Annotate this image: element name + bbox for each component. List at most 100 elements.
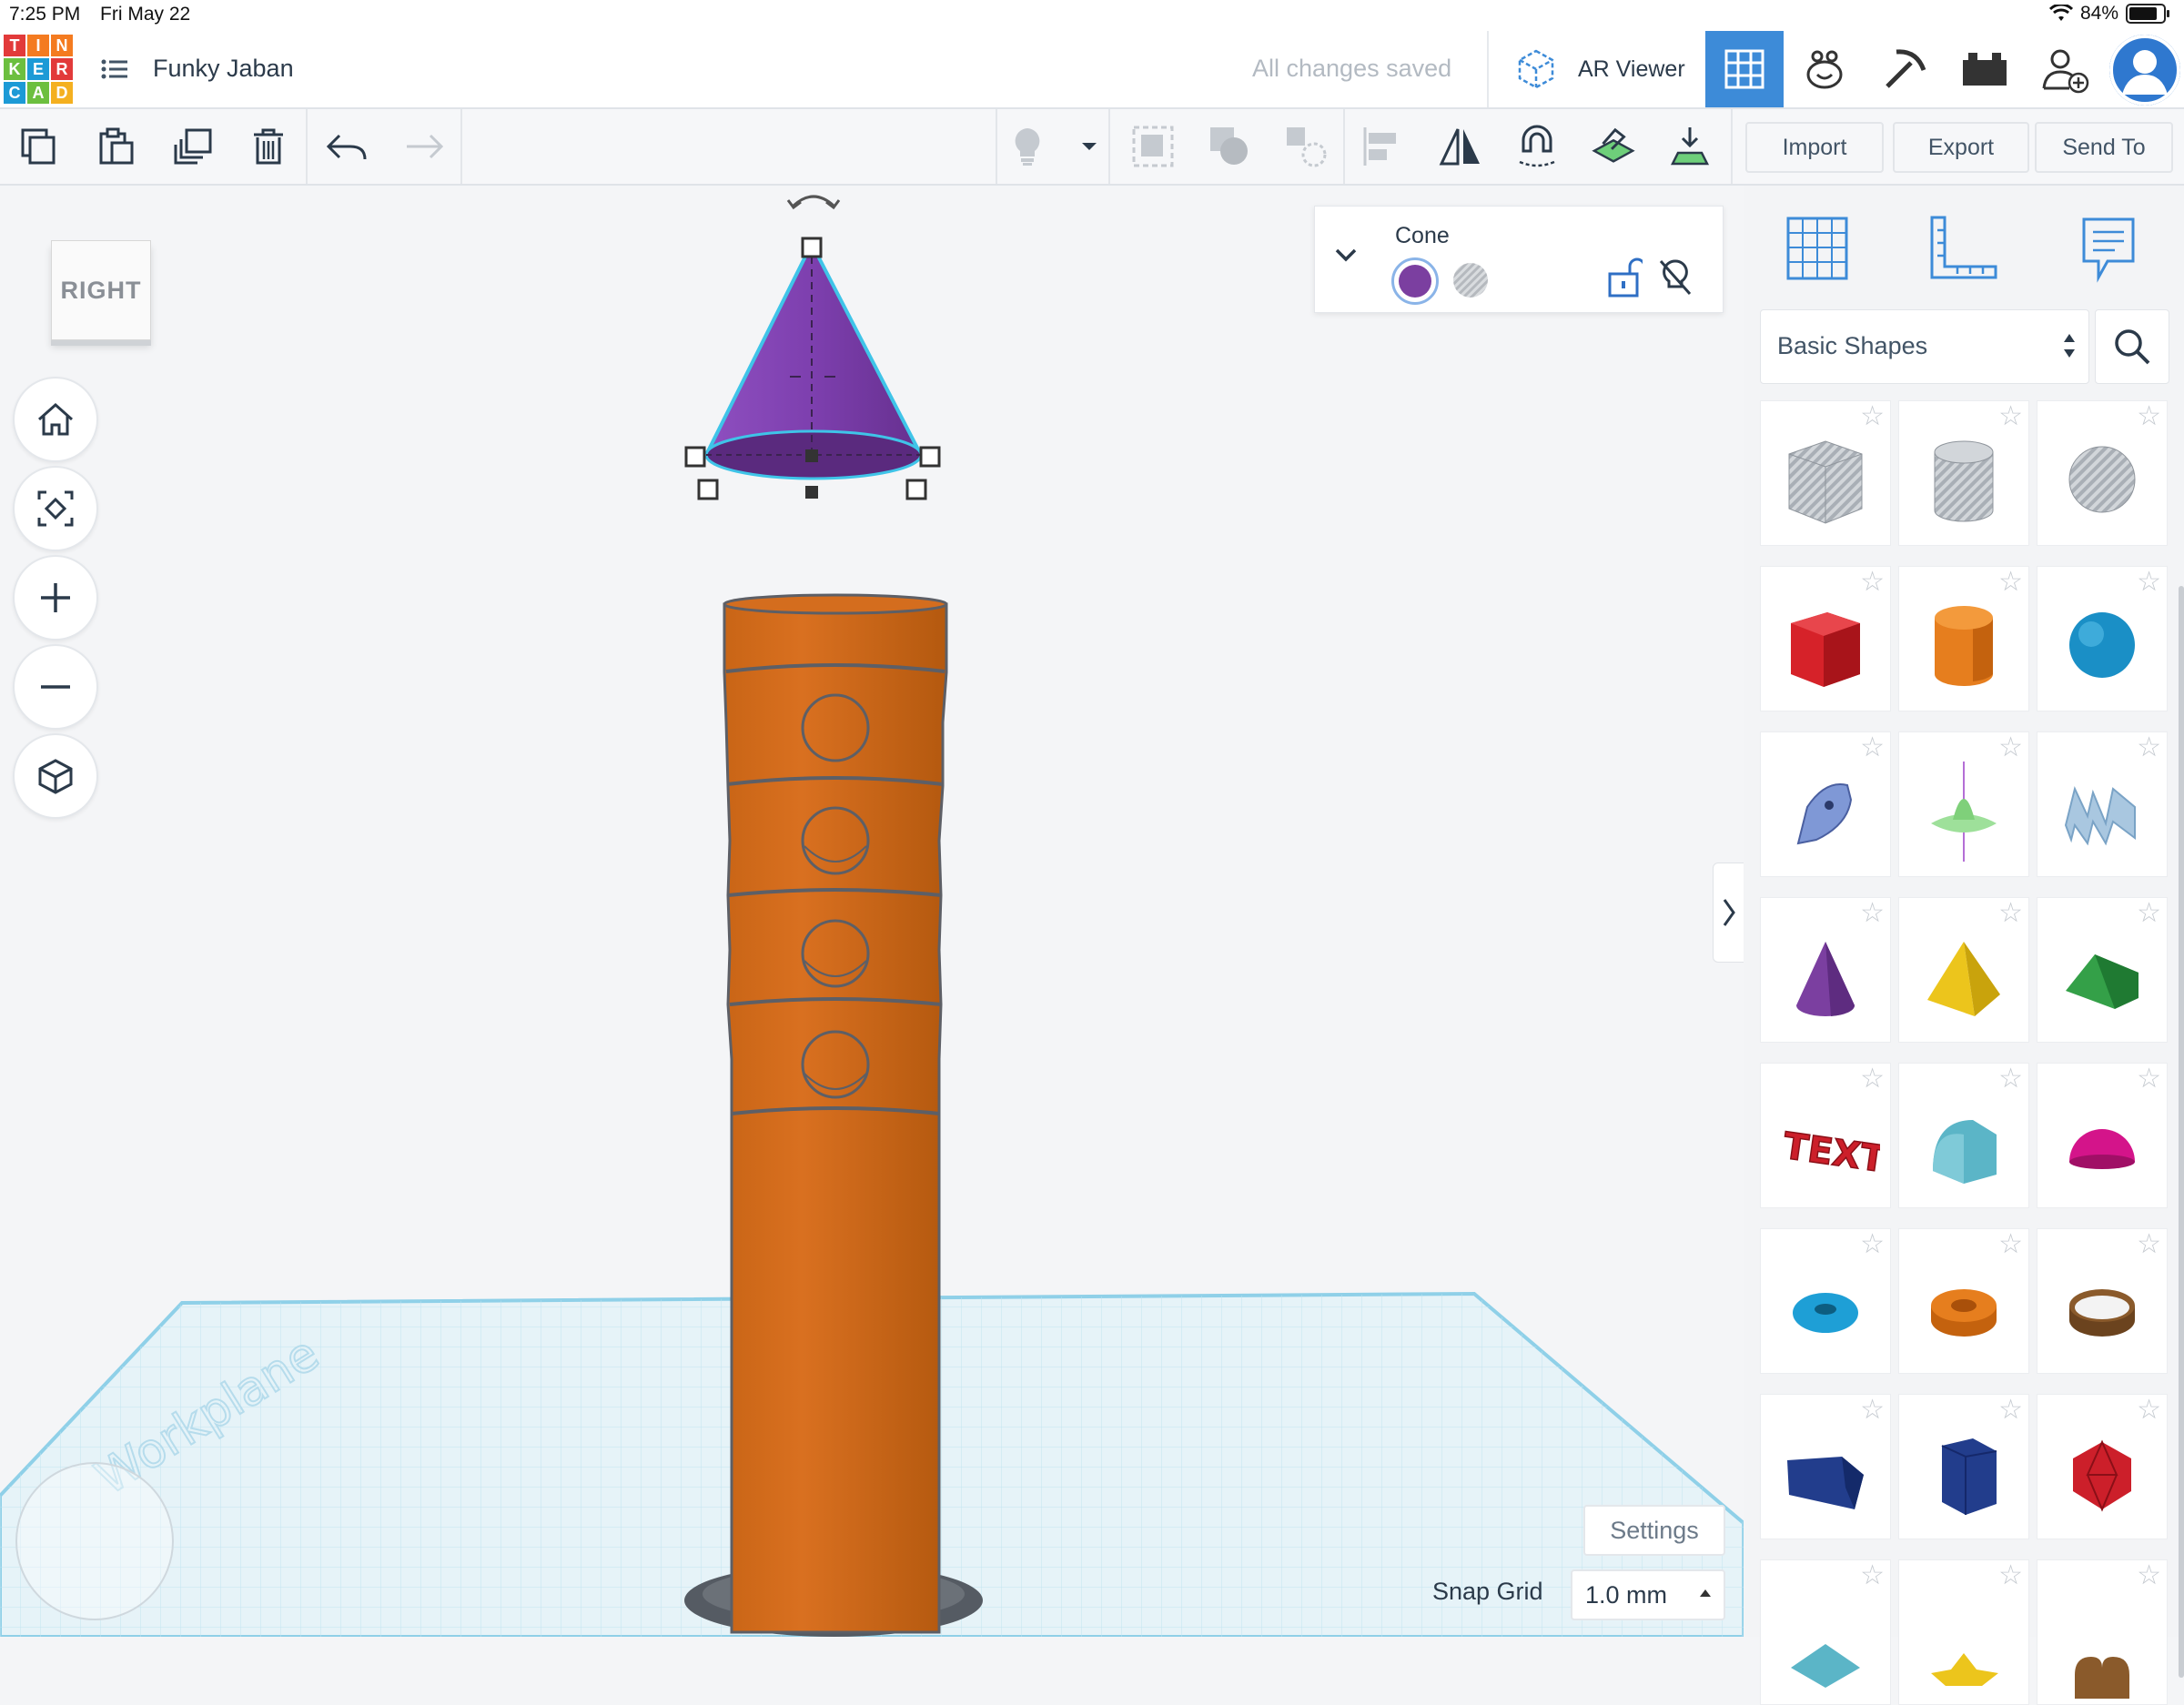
menu-list-icon[interactable] (98, 51, 131, 87)
hole-button[interactable] (1283, 124, 1329, 169)
view-cube-face[interactable]: RIGHT (51, 240, 151, 340)
selected-cone[interactable] (703, 239, 924, 480)
shape-tile-polygon[interactable]: ☆ (1898, 1394, 2029, 1539)
ar-viewer-label: AR Viewer (1578, 55, 1685, 82)
mirror-button[interactable] (1438, 124, 1483, 169)
shape-tile-cone[interactable]: ☆ (1760, 897, 1891, 1043)
shape-tile-scribble[interactable]: ☆ (1760, 731, 1891, 877)
shape-tile-sphere[interactable]: ☆ (2037, 566, 2168, 711)
document-title[interactable]: Funky Jaban (153, 55, 294, 83)
status-date: Fri May 22 (100, 4, 191, 25)
notes-button[interactable] (2068, 207, 2149, 289)
settings-button[interactable]: Settings (1583, 1505, 1725, 1556)
shape-tile-text-hole[interactable]: ☆ (2037, 731, 2168, 877)
shape-tile-ring[interactable]: ☆ (2037, 1228, 2168, 1374)
shape-search-button[interactable] (2095, 309, 2169, 384)
panel-scrollbar[interactable] (2179, 586, 2184, 1678)
shape-tile-pyramid[interactable]: ☆ (1898, 897, 2029, 1043)
zoom-in-button[interactable] (13, 555, 98, 641)
delete-button[interactable] (246, 124, 291, 169)
sim-lab-button[interactable] (1946, 31, 2024, 107)
toolbar-divider (1343, 109, 1345, 184)
send-to-button[interactable]: Send To (2035, 122, 2173, 173)
panel-collapse-tab[interactable] (1713, 863, 1745, 963)
shape-tile-heart[interactable]: ☆ (2037, 1559, 2168, 1705)
shape-tile-cylinder-hole[interactable]: ☆ (1898, 400, 2029, 546)
ungroup-button[interactable] (1207, 124, 1252, 169)
hole-swatch-icon[interactable] (1451, 261, 1490, 299)
logo-letter: K (4, 58, 25, 80)
copy-button[interactable] (16, 124, 62, 169)
shape-tile-half-sphere[interactable]: ☆ (2037, 1063, 2168, 1208)
roof-icon (2066, 954, 2138, 1009)
orange-tower[interactable] (723, 593, 948, 1634)
shape-tile-wedge[interactable]: ☆ (1760, 1394, 1891, 1539)
paste-icon (99, 127, 134, 165)
redo-button[interactable] (400, 124, 446, 169)
shape-tile-text[interactable]: ☆ TEXT (1760, 1063, 1891, 1208)
ring-icon (2069, 1289, 2135, 1337)
paste-button[interactable] (93, 124, 138, 169)
perspective-button[interactable] (13, 733, 98, 819)
user-avatar[interactable] (2109, 35, 2180, 106)
drop-button[interactable] (1667, 124, 1713, 169)
undo-button[interactable] (324, 124, 369, 169)
shape-tile-roof[interactable]: ☆ (2037, 897, 2168, 1043)
inspector-title: Cone (1395, 223, 1450, 248)
fit-view-icon (37, 490, 74, 527)
shape-tile-icosahedron[interactable]: ☆ (2037, 1394, 2168, 1539)
shape-tile-shape-generator[interactable]: ☆ (1898, 731, 2029, 877)
pickaxe-icon (1886, 49, 1926, 88)
rotate-handle-icon[interactable] (786, 195, 841, 210)
shape-tile-box[interactable]: ☆ (1760, 566, 1891, 711)
diamond-icon (1791, 1644, 1860, 1688)
scribble-icon (1796, 783, 1853, 845)
home-view-button[interactable] (13, 377, 98, 462)
snap-grid-select[interactable]: 1.0 mm (1571, 1569, 1725, 1620)
logo-letter: T (4, 35, 25, 56)
shape-category-select[interactable]: Basic Shapes (1760, 309, 2089, 384)
tinkercad-logo[interactable]: TIN KER CAD (4, 35, 73, 104)
light-dropdown-button[interactable] (1067, 124, 1112, 169)
duplicate-button[interactable] (169, 124, 215, 169)
tube-icon (1931, 1289, 1997, 1337)
import-button[interactable]: Import (1745, 122, 1884, 173)
shape-tile-cylinder[interactable]: ☆ (1898, 566, 2029, 711)
align-button[interactable] (1361, 124, 1407, 169)
chevron-down-icon[interactable] (1333, 247, 1359, 265)
3d-viewport[interactable]: Workplane RIGHT Cone Settings Snap Grid … (0, 186, 1745, 1637)
undo-icon (326, 134, 367, 160)
logo-letter: I (27, 35, 49, 56)
cone-icon (1796, 942, 1855, 1016)
blocks-view-button[interactable] (1785, 31, 1864, 107)
fit-view-button[interactable] (13, 466, 98, 551)
invite-user-button[interactable] (2026, 31, 2104, 107)
shape-tile-box-hole[interactable]: ☆ (1760, 400, 1891, 546)
scene-svg[interactable]: Workplane (0, 186, 1744, 1637)
unlock-icon[interactable] (1606, 256, 1643, 299)
workplane-button[interactable] (1591, 124, 1636, 169)
shape-tile-half-cylinder[interactable]: ☆ (1898, 1063, 2029, 1208)
shape-tile-diamond[interactable]: ☆ (1760, 1559, 1891, 1705)
light-bulb-button[interactable] (1005, 124, 1050, 169)
duplicate-icon (174, 128, 212, 165)
solid-color-swatch[interactable] (1391, 257, 1439, 305)
grid-view-button[interactable] (1705, 31, 1784, 107)
delete-icon (254, 128, 283, 165)
zoom-out-button[interactable] (13, 644, 98, 730)
export-button[interactable]: Export (1893, 122, 2029, 173)
ruler-button[interactable] (1922, 207, 2004, 289)
shape-tile-tube[interactable]: ☆ (1898, 1228, 2029, 1374)
orbit-ring[interactable] (15, 1462, 174, 1620)
shape-tile-star[interactable]: ☆ (1898, 1559, 2029, 1705)
shape-tile-torus[interactable]: ☆ (1760, 1228, 1891, 1374)
ar-viewer-button[interactable]: AR Viewer (1511, 44, 1693, 95)
toolbar-divider (460, 109, 462, 184)
magnet-button[interactable] (1514, 124, 1560, 169)
bricks-view-button[interactable] (1866, 31, 1944, 107)
hide-light-icon[interactable] (1657, 257, 1694, 298)
group-button[interactable] (1130, 124, 1176, 169)
view-cube[interactable]: RIGHT (51, 240, 151, 349)
workplane-grid-button[interactable] (1776, 207, 1858, 289)
shape-tile-sphere-hole[interactable]: ☆ (2037, 400, 2168, 546)
